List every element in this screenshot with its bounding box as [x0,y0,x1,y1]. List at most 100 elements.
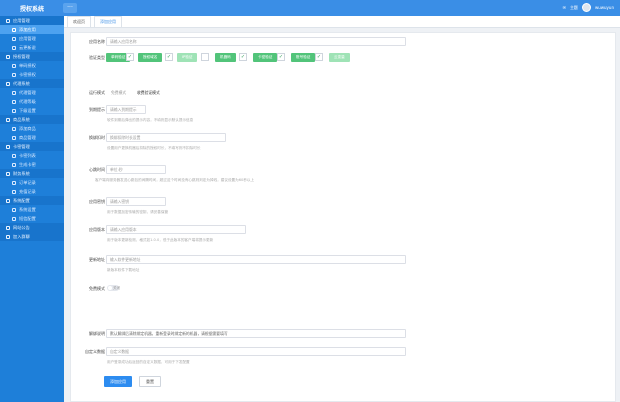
sidebar-group-system[interactable]: 系统配置 [0,196,64,205]
sidebar-item-sys-setting[interactable]: 系统设置 [0,205,64,214]
sidebar-item-sms[interactable]: 短信配置 [0,214,64,223]
check-ip[interactable] [201,53,209,61]
key-icon [6,54,10,59]
heartbeat-hint: 客户端向服务器发送心跳包的间隔时间，超过这个时间没有心跳则判定为掉线，建议设置为… [95,178,255,182]
app-brand: 授权系统 [19,5,44,13]
app-key-hint: 用于数据加密传输的密钥，请妥善保管 [107,210,169,214]
notice-icon [6,225,10,230]
option-account[interactable]: 账号验证 [291,53,316,62]
tab-welcome[interactable]: 欢迎页 [67,15,91,28]
top-bar: 授权系统 ··· ✉ 主题 wuwuyun [0,0,620,16]
sidebar-item-card-auth[interactable]: 卡密授权 [0,70,64,79]
setting-icon [12,108,16,113]
check-account[interactable]: ✓ [315,53,323,61]
list-icon [12,36,16,41]
sidebar-collapse-button[interactable]: ··· [63,3,77,13]
tab-bar: 欢迎页 添加应用 [64,15,620,28]
sidebar-group-app[interactable]: 应用管理 [0,16,64,25]
unbind-notice-input[interactable]: 默认解绑后清除绑定机器，重新登录时绑定新的机器，请根据需要填写 [106,329,406,338]
sidebar-group-notice[interactable]: 网站公告 [0,223,64,232]
label-app-key: 应用密钥 [89,199,105,204]
reset-button[interactable]: 重置 [139,376,161,387]
order-icon [12,180,16,185]
option-cloud-var[interactable]: 云变量 [329,53,350,62]
gear-icon [6,198,10,203]
sidebar-item-add-app[interactable]: 添加应用 [0,25,64,34]
chat-icon [6,234,10,239]
tab-add-app[interactable]: 添加应用 [94,15,122,28]
add-icon [12,27,16,32]
version-input[interactable]: 请输入应用版本 [106,225,246,234]
sidebar-item-recharge[interactable]: 充值记录 [0,187,64,196]
label-verify-mode: 验证类型 [89,55,105,60]
sidebar: 应用管理 添加应用 应用管理 云更新说 授权管理 单码授权 卡密授权 代理系统 … [0,16,64,402]
custom-data-input[interactable]: 自定义数据 [106,347,406,356]
option-machine[interactable]: 机器码 [215,53,236,62]
mode-default[interactable]: 免费模式 [111,90,126,96]
app-key-input[interactable]: 请输入密钥 [106,197,166,206]
sidebar-item-app-manage[interactable]: 应用管理 [0,34,64,43]
topbar-notice[interactable]: 主题 [570,5,578,11]
label-custom-data: 自定义数据 [85,349,105,354]
sidebar-group-goods[interactable]: 商品系统 [0,115,64,124]
expire-tip-hint: 软件到期后弹出的提示内容，不填则显示默认提示信息 [107,118,194,122]
mode-selected[interactable]: 收费验证模式 [137,90,160,96]
sms-icon [12,216,16,221]
cloud-icon [12,45,16,50]
label-mode: 运行模式 [89,90,105,95]
people-icon [12,90,16,95]
app-icon [6,18,10,23]
username[interactable]: wuwuyun [595,5,614,10]
label-heartbeat: 心跳时间 [89,167,105,172]
wallet-icon [12,189,16,194]
avatar[interactable] [581,3,591,12]
sidebar-item-card-list[interactable]: 卡密列表 [0,151,64,160]
heartbeat-input[interactable]: 单位:秒 [106,165,166,174]
sidebar-item-agent-manage[interactable]: 代理管理 [0,88,64,97]
sidebar-item-cloud-update[interactable]: 云更新说 [0,43,64,52]
sidebar-item-single-auth[interactable]: 单码授权 [0,61,64,70]
setting-icon [12,207,16,212]
list-icon [12,153,16,158]
label-version: 应用版本 [89,227,105,232]
sidebar-item-gen-card[interactable]: 生成卡密 [0,160,64,169]
sidebar-group-finance[interactable]: 财务系统 [0,169,64,178]
bind-mode-input[interactable]: 换绑扣除时长设置 [106,133,226,142]
card-icon [6,144,10,149]
bind-mode-hint: 设置用户更换机器后扣除的授权时长，不填写则不扣除时长 [107,146,201,150]
sidebar-group-join[interactable]: 加入群聊 [0,232,64,241]
expire-tip-input[interactable]: 请输入到期提示 [106,105,146,114]
add-icon [12,126,16,131]
free-mode-value: 关闭 [113,286,121,290]
submit-button[interactable]: 添加应用 [104,376,132,387]
option-domain[interactable]: 授权域名 [138,53,163,62]
label-free-mode: 免费模式 [89,286,105,291]
sidebar-item-sub-setting[interactable]: 下级设置 [0,106,64,115]
sidebar-group-auth[interactable]: 授权管理 [0,52,64,61]
version-hint: 用于版本更新检测，格式如1.0.0，低于此版本的客户端将提示更新 [107,238,214,242]
check-single-code[interactable]: ✓ [126,53,134,61]
option-card[interactable]: 卡密验证 [253,53,278,62]
sidebar-group-card[interactable]: 卡密管理 [0,142,64,151]
update-url-input[interactable]: 输入软件更新地址 [106,255,406,264]
check-domain[interactable]: ✓ [165,53,173,61]
sidebar-item-agent-level[interactable]: 代理等级 [0,97,64,106]
update-url-hint: 新版本软件下载地址 [107,268,140,272]
money-icon [6,171,10,176]
check-card[interactable]: ✓ [277,53,285,61]
bell-icon[interactable]: ✉ [563,5,566,10]
label-bind-mode: 换绑扣时 [89,135,105,140]
option-ip[interactable]: IP验证 [177,53,198,62]
sidebar-item-goods-manage[interactable]: 商品管理 [0,133,64,142]
plus-icon [12,162,16,167]
sidebar-item-orders[interactable]: 订单记录 [0,178,64,187]
sidebar-item-add-goods[interactable]: 添加商品 [0,124,64,133]
sidebar-group-agent[interactable]: 代理系统 [0,79,64,88]
agent-icon [6,81,10,86]
user-icon [12,63,16,68]
card-icon [12,72,16,77]
app-name-input[interactable]: 请输入应用名称 [106,37,406,46]
label-update-url: 更新地址 [89,257,105,262]
check-machine[interactable]: ✓ [239,53,247,61]
form-panel: 应用名称 请输入应用名称 验证类型 单码验证 ✓ 授权域名 ✓ IP验证 机器码… [70,32,616,402]
